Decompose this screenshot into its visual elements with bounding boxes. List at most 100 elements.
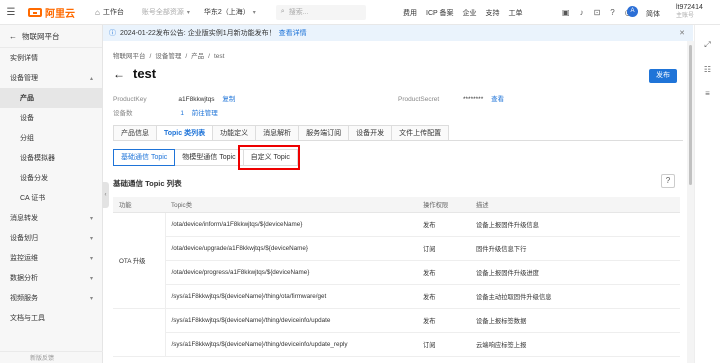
close-icon[interactable]: ✕ [679, 29, 685, 37]
tab[interactable]: 服务端订阅 [299, 125, 350, 141]
sidebar-item[interactable]: 设备模拟器 [0, 148, 102, 168]
tab[interactable]: 产品信息 [113, 125, 157, 141]
nav-ticket[interactable]: 工单 [509, 8, 523, 18]
sidebar-item[interactable]: 分组 [0, 128, 102, 148]
nav-icp[interactable]: ICP 备案 [426, 8, 454, 18]
section-title: 基础通信 Topic 列表 [113, 179, 182, 188]
device-count-value[interactable]: 1 [180, 110, 184, 117]
breadcrumb-item[interactable]: 设备管理 [155, 53, 181, 60]
notice-detail-link[interactable]: 查看详情 [279, 28, 307, 38]
info-icon: ⓘ [109, 30, 116, 37]
sidebar-item-label: 产品 [20, 95, 34, 102]
col-permission: 操作权限 [417, 197, 470, 213]
nav-cost[interactable]: 费用 [403, 8, 417, 18]
chevron-down-icon: ▾ [89, 235, 93, 242]
sidebar-list: 实例详情 设备管理 ▴ 产品设备 分组 设备模拟器设备分发 CA 证书 消息转发 ▾ 设备划归 ▾ 监… [0, 48, 102, 328]
chevron-down-icon: ▾ [186, 9, 190, 16]
sidebar-header[interactable]: ← 物联网平台 [0, 25, 102, 48]
tab[interactable]: 文件上传配置 [392, 125, 450, 141]
chevron-down-icon: ▾ [89, 255, 93, 262]
cell-topic: /sys/a1F8kkwjtqs/${deviceName}/thing/ota… [165, 284, 417, 309]
search-placeholder: 搜索... [288, 9, 309, 16]
breadcrumb-item[interactable]: 产品 [191, 53, 204, 60]
sidebar-item-label: 视频服务 [10, 295, 38, 302]
expand-icon[interactable]: ⤢ [695, 40, 720, 50]
cart-icon[interactable]: ⊡ [594, 8, 601, 17]
top-nav: 费用 ICP 备案 企业 支持 工单 [403, 0, 532, 25]
search-input[interactable]: ⌕ 搜索... [275, 4, 366, 20]
manage-devices-link[interactable]: 前往管理 [192, 110, 218, 117]
language-switch[interactable]: 简体 [646, 9, 660, 19]
subtab[interactable]: 基础通信 Topic [113, 149, 176, 166]
cell-perm: 发布 [417, 212, 470, 237]
table-row: /ota/device/progress/a1F8kkwjtqs/${devic… [113, 260, 680, 285]
sidebar-collapse-handle[interactable]: ‹ [102, 182, 109, 208]
menu-icon[interactable]: ☰ [0, 0, 22, 25]
nav-support[interactable]: 支持 [486, 8, 500, 18]
sidebar-item-label: 文档与工具 [10, 315, 45, 322]
logo-text: 阿里云 [45, 8, 75, 20]
sidebar-item-label: 设备分发 [20, 175, 48, 182]
col-topic: Topic类 [165, 197, 417, 213]
product-key-value: a1F8kkwjtqs [178, 96, 215, 103]
tab[interactable]: 设备开发 [349, 125, 393, 141]
breadcrumb-item[interactable]: 物联网平台 [113, 53, 146, 60]
page-title: ← test [113, 66, 156, 81]
region-select[interactable]: 华东2（上海） ▾ [204, 7, 256, 17]
back-arrow-icon[interactable]: ← [113, 67, 125, 81]
sidebar-item[interactable]: 文档与工具 [0, 308, 102, 328]
tab[interactable]: Topic 类列表 [157, 125, 214, 141]
bell-icon[interactable]: ♪ [580, 8, 584, 17]
logo-mark-icon [28, 7, 42, 17]
cell-topic: /ota/device/inform/a1F8kkwjtqs/${deviceN… [165, 212, 417, 237]
col-description: 描述 [470, 197, 680, 213]
sidebar-item[interactable]: 产品 [0, 88, 102, 108]
aliyun-logo[interactable]: 阿里云 [28, 5, 75, 20]
chat-icon[interactable]: ☷ [695, 65, 720, 74]
sidebar-item[interactable]: 设备 [0, 108, 102, 128]
subtab[interactable]: 物模型通信 Topic [174, 149, 244, 166]
sidebar-header-label: 物联网平台 [22, 31, 60, 41]
terminal-icon[interactable]: ▣ [562, 8, 570, 17]
tab[interactable]: 功能定义 [213, 125, 257, 141]
tab[interactable]: 消息解析 [256, 125, 300, 141]
nav-enterprise[interactable]: 企业 [463, 8, 477, 18]
chevron-down-icon: ▾ [89, 295, 93, 302]
table-body: OTA 升级/ota/device/inform/a1F8kkwjtqs/${d… [113, 212, 680, 357]
workbench-link[interactable]: ⌂ 工作台 [95, 7, 124, 17]
publish-button[interactable]: 发布 [649, 69, 677, 83]
chevron-down-icon: ▾ [252, 9, 256, 16]
scrollbar[interactable] [687, 41, 694, 363]
avatar[interactable]: A [627, 6, 638, 17]
resource-group-select[interactable]: 账号全部资源 ▾ [142, 7, 190, 17]
breadcrumb-separator: / [185, 53, 188, 60]
sidebar-item[interactable]: 消息转发 ▾ [0, 208, 102, 228]
sidebar-item[interactable]: 设备划归 ▾ [0, 228, 102, 248]
cell-topic: /ota/device/progress/a1F8kkwjtqs/${devic… [165, 260, 417, 285]
sidebar-item[interactable]: 监控运维 ▾ [0, 248, 102, 268]
breadcrumb-separator: / [149, 53, 152, 60]
help-button[interactable]: ? [661, 174, 675, 188]
feedback-link[interactable]: 新版反馈 [0, 351, 103, 363]
sidebar-item[interactable]: 视频服务 ▾ [0, 288, 102, 308]
cell-topic: /ota/device/upgrade/a1F8kkwjtqs/${device… [165, 236, 417, 261]
tab-divider [113, 140, 683, 141]
list-icon[interactable]: ≡ [695, 89, 720, 98]
user-menu[interactable]: lt972414 主账号 [676, 3, 703, 21]
view-secret-button[interactable]: 查看 [491, 96, 504, 103]
sidebar-item[interactable]: 设备管理 ▴ [0, 68, 102, 88]
sidebar-item[interactable]: 设备分发 [0, 168, 102, 188]
breadcrumb-item[interactable]: test [214, 53, 224, 60]
product-secret-row: ProductSecret ******** 查看 [398, 93, 504, 103]
cell-desc: 云端响应标签上报 [470, 332, 680, 357]
copy-button[interactable]: 复制 [222, 96, 235, 103]
col-function: 功能 [113, 197, 165, 213]
sidebar-item[interactable]: CA 证书 [0, 188, 102, 208]
group-label-cell: OTA 升级 [113, 212, 166, 309]
cell-desc: 设备上报标签数据 [470, 308, 680, 333]
scrollbar-thumb[interactable] [689, 45, 692, 185]
device-count-label: 设备数 [113, 110, 133, 117]
sidebar-item[interactable]: 数据分析 ▾ [0, 268, 102, 288]
sidebar-item[interactable]: 实例详情 [0, 48, 102, 68]
help-icon[interactable]: ? [610, 8, 614, 17]
